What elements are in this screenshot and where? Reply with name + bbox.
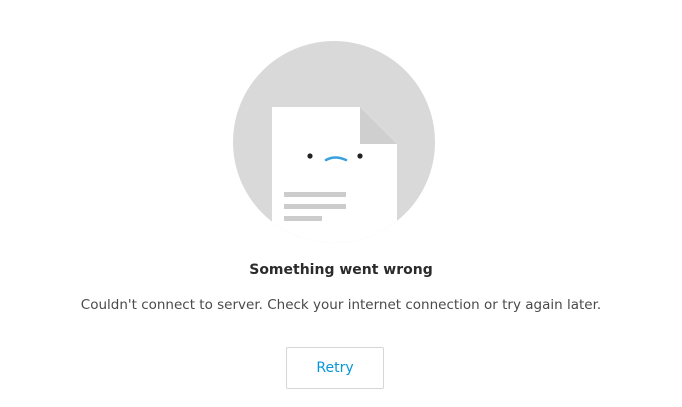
text-line <box>284 192 346 197</box>
document-shape <box>272 107 397 243</box>
text-line <box>284 204 346 209</box>
left-eye <box>307 153 313 159</box>
right-eye <box>357 153 363 159</box>
error-message: Couldn't connect to server. Check your i… <box>80 297 602 313</box>
text-line <box>284 216 322 221</box>
error-title: Something went wrong <box>249 262 433 278</box>
sad-document-icon <box>233 41 435 243</box>
retry-button[interactable]: Retry <box>286 347 384 389</box>
error-page: Something went wrong Couldn't connect to… <box>0 0 682 407</box>
